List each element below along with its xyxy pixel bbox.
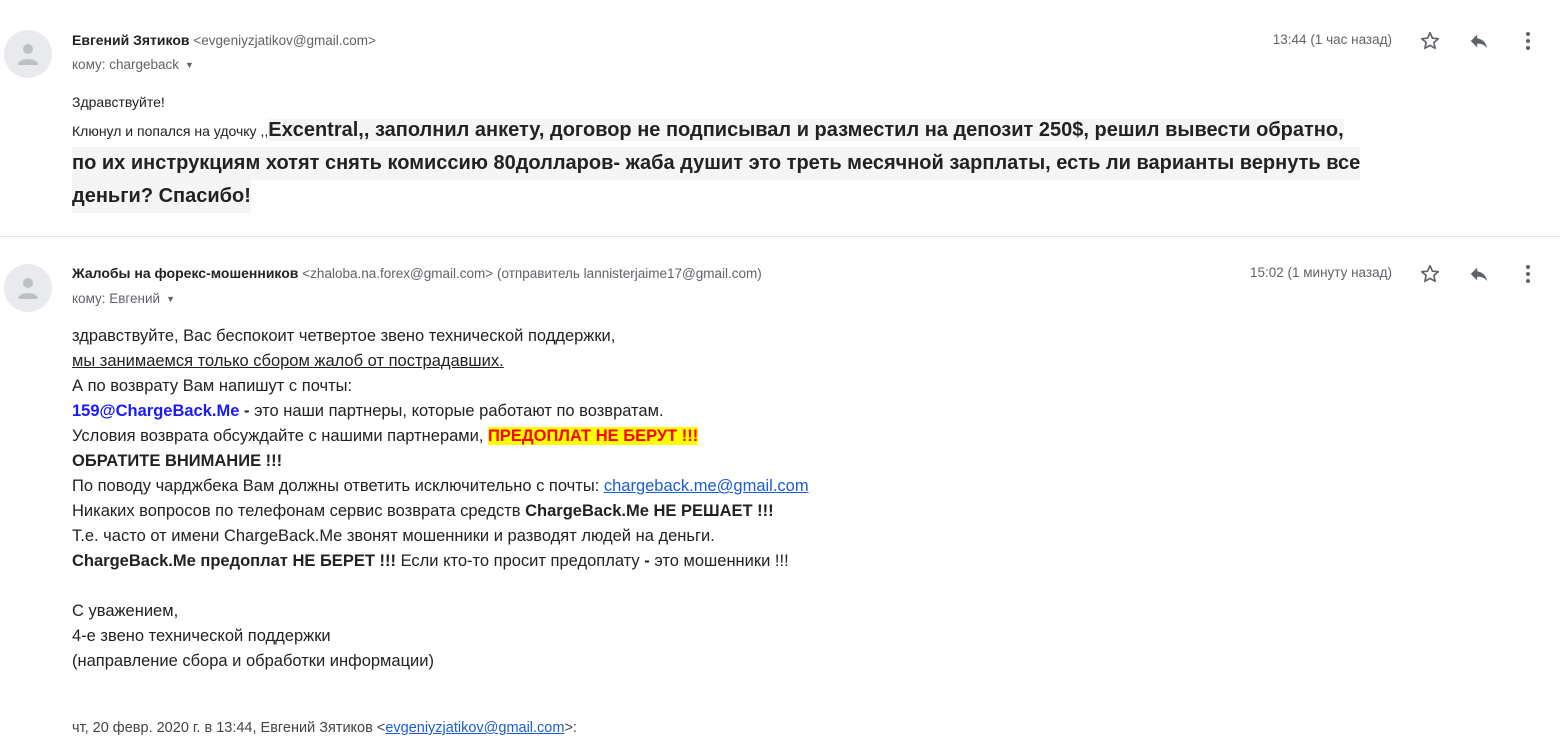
recipient-label: кому: Евгений (72, 291, 161, 306)
body-text-small: Клюнул и попался на удочку ,, (72, 123, 269, 139)
body-text: По поводу чарджбека Вам должны ответить … (72, 477, 604, 495)
body-text: Никаких вопросов по телефонам сервис воз… (72, 502, 526, 520)
body-line: А по возврату Вам напишут с почты: (72, 377, 353, 395)
body-line: деньги? Спасибо! (72, 180, 251, 213)
chevron-down-icon[interactable]: ▼ (166, 294, 175, 304)
sender-avatar[interactable] (4, 264, 52, 312)
attention-line: ОБРАТИТЕ ВНИМАНИЕ !!! (72, 452, 283, 470)
body-line: Клюнул и попался на удочку ,,Excentral,,… (72, 114, 1542, 147)
quote-email-link[interactable]: evgeniyzjatikov@gmail.com (385, 720, 564, 736)
body-text: Если кто-то просит предоплату (395, 552, 645, 570)
reply-icon[interactable] (1467, 262, 1491, 286)
greeting-line: Здравствуйте! (72, 94, 165, 110)
recipient-label: кому: chargeback (72, 57, 180, 72)
signature-line: С уважением, (72, 602, 179, 620)
body-text: это наши партнеры, которые работают по в… (254, 402, 664, 420)
sender-email: <zhaloba.na.forex@gmail.com> (302, 266, 494, 281)
dash: - (239, 402, 255, 420)
sender-extra: (отправитель lannisterjaime17@gmail.com) (497, 266, 762, 281)
message-body: Здравствуйте! Клюнул и попался на удочку… (72, 92, 1542, 213)
body-text-bold: ChargeBack.Me НЕ РЕШАЕТ !!! (525, 502, 774, 520)
star-icon[interactable] (1418, 262, 1442, 286)
more-vert-icon[interactable] (1516, 262, 1540, 286)
highlight-warning: ПРЕДОПЛАТ НЕ БЕРУТ !!! (488, 427, 699, 445)
sender-name[interactable]: Евгений Зятиков (72, 32, 190, 48)
body-line: здравствуйте, Вас беспокоит четвертое зв… (72, 327, 616, 345)
recipient-line[interactable]: кому: Евгений ▼ (72, 291, 175, 306)
partner-email: 159@ChargeBack.Me (72, 402, 240, 420)
body-text-bold: ChargeBack.Me предоплат НЕ БЕРЕТ !!! (72, 552, 396, 570)
message-body: здравствуйте, Вас беспокоит четвертое зв… (72, 324, 1472, 674)
signature-line: 4-е звено технической поддержки (72, 627, 331, 645)
chevron-down-icon[interactable]: ▼ (185, 60, 194, 70)
body-text: это мошенники !!! (649, 552, 789, 570)
email-link[interactable]: chargeback.me@gmail.com (604, 477, 809, 495)
more-vert-icon[interactable] (1516, 29, 1540, 53)
message-time: 15:02 (1 минуту назад) (1249, 265, 1392, 280)
sender-name[interactable]: Жалобы на форекс-мошенников (72, 265, 298, 281)
quote-header: чт, 20 февр. 2020 г. в 13:44, Евгений Зя… (72, 720, 577, 736)
body-text: Условия возврата обсуждайте с нашими пар… (72, 427, 489, 445)
sender-email: <evgeniyzjatikov@gmail.com> (193, 33, 376, 48)
body-line-underlined: мы занимаемся только сбором жалоб от пос… (72, 352, 504, 370)
body-line: по их инструкциям хотят снять комиссию 8… (72, 147, 1361, 180)
reply-icon[interactable] (1467, 29, 1491, 53)
quote-suffix: >: (564, 720, 577, 736)
recipient-line[interactable]: кому: chargeback ▼ (72, 57, 194, 72)
sender-avatar[interactable] (4, 30, 52, 78)
person-avatar-icon (18, 44, 38, 65)
signature-line: (направление сбора и обработки информаци… (72, 652, 434, 670)
sender-line: Евгений Зятиков <evgeniyzjatikov@gmail.c… (72, 32, 376, 48)
body-line: Т.е. часто от имени ChargeBack.Me звонят… (72, 527, 715, 545)
quote-prefix: чт, 20 февр. 2020 г. в 13:44, Евгений Зя… (72, 720, 386, 736)
email-message: Жалобы на форекс-мошенников <zhaloba.na.… (0, 236, 1560, 748)
body-text-bold: Excentral,, заполнил анкету, договор не … (268, 119, 1344, 141)
message-time: 13:44 (1 час назад) (1272, 32, 1392, 47)
person-avatar-icon (18, 278, 38, 299)
sender-line: Жалобы на форекс-мошенников <zhaloba.na.… (72, 265, 762, 281)
email-message: Евгений Зятиков <evgeniyzjatikov@gmail.c… (0, 0, 1560, 236)
star-icon[interactable] (1418, 29, 1442, 53)
